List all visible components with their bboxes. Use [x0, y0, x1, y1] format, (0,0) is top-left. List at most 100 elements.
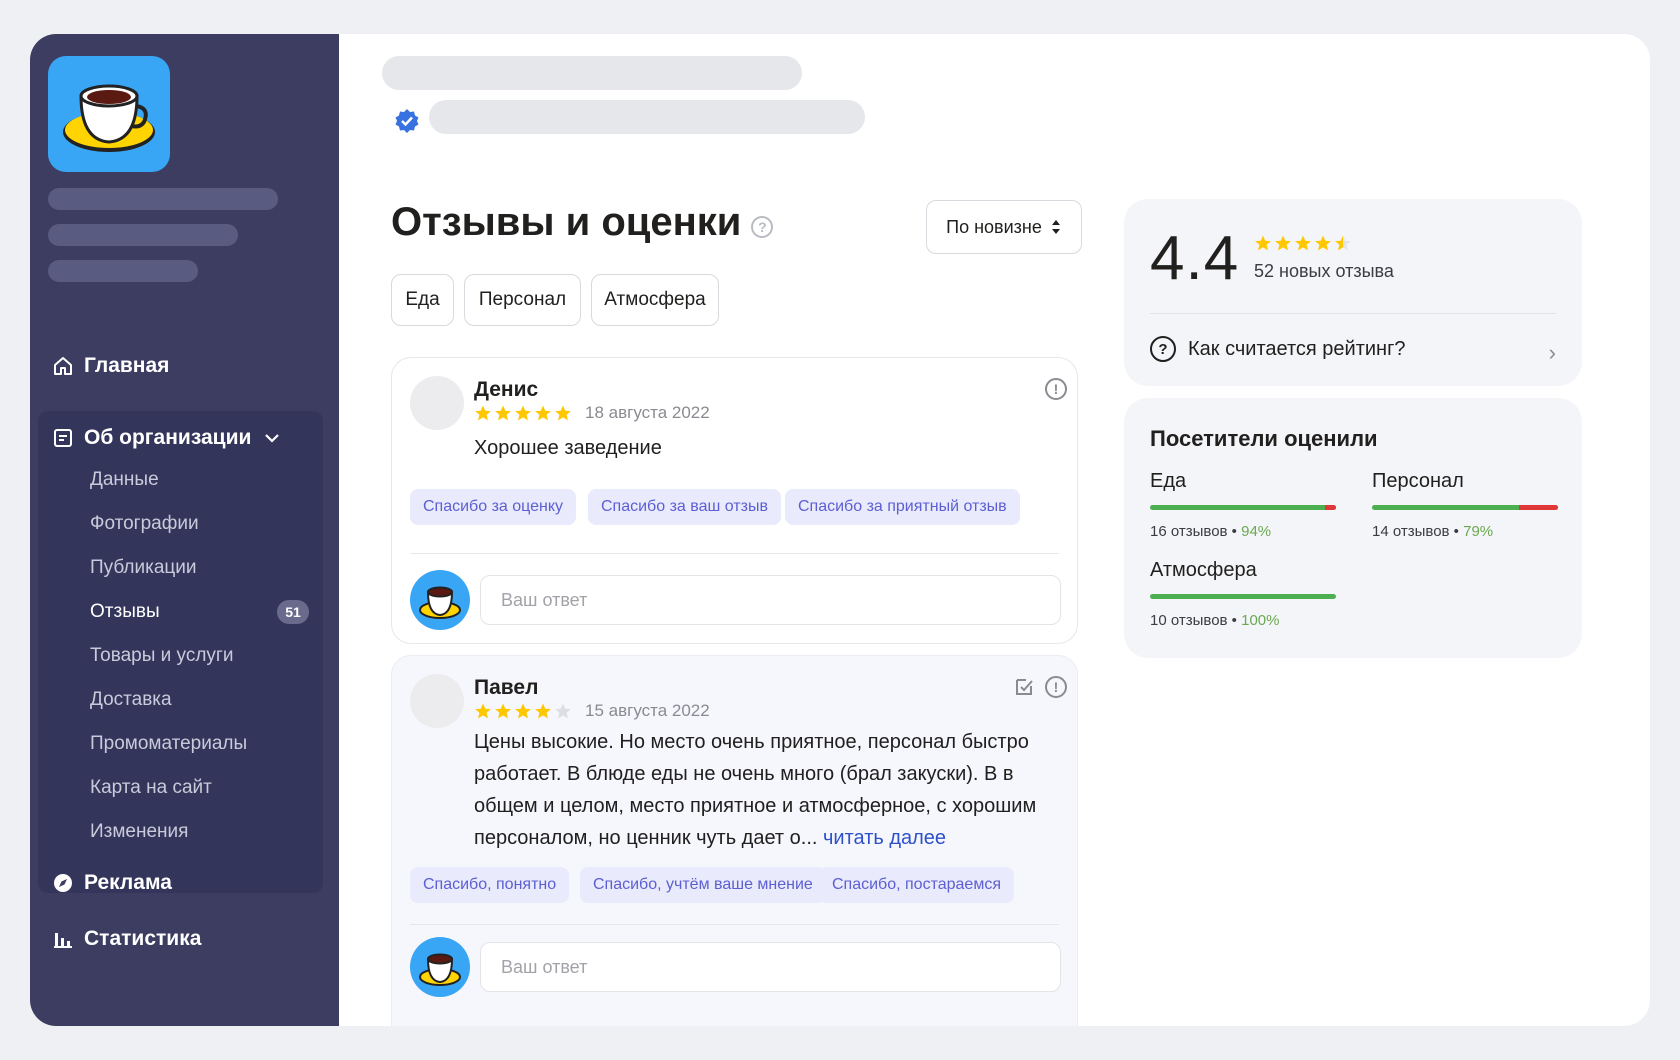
review-text: Цены высокие. Но место очень приятное, п… — [474, 731, 1037, 849]
rating-stars — [1254, 234, 1352, 257]
star-icon — [514, 702, 532, 725]
star-icon — [534, 702, 552, 725]
reviewer-avatar — [410, 376, 464, 430]
sidebar-item-label: Реклама — [84, 871, 172, 894]
sidebar-item-label: Об организации — [84, 426, 252, 449]
star-icon — [474, 404, 492, 427]
quick-reply-chip[interactable]: Спасибо, учтём ваше мнение — [580, 867, 826, 903]
skeleton-title — [382, 56, 802, 90]
chevron-right-icon[interactable]: › — [1549, 340, 1556, 366]
star-half-icon — [1334, 234, 1352, 257]
sidebar-item-promo[interactable]: Промоматериалы — [90, 733, 247, 755]
reviewer-name: Павел — [474, 676, 539, 699]
star-icon — [1254, 234, 1272, 257]
star-icon — [494, 404, 512, 427]
skeleton-line — [48, 188, 278, 210]
edit-icon[interactable] — [1013, 676, 1035, 698]
sort-arrows-icon — [1051, 220, 1060, 234]
app-window: Главная Об организации Данные Фотографии… — [30, 34, 1650, 1026]
category-name: Еда — [1150, 470, 1187, 492]
coffee-cup-icon — [410, 570, 470, 630]
skeleton-line — [48, 224, 238, 246]
quick-reply-chip[interactable]: Спасибо, постараемся — [819, 867, 1014, 903]
chevron-down-icon — [261, 427, 283, 449]
home-icon — [52, 355, 74, 377]
question-icon: ? — [1150, 336, 1176, 362]
review-stars — [474, 702, 572, 725]
sidebar-item-label: Главная — [84, 354, 170, 377]
category-bar — [1150, 594, 1336, 599]
visitors-title: Посетители оценили — [1150, 426, 1378, 451]
quick-reply-chip[interactable]: Спасибо за оценку — [410, 489, 577, 525]
help-icon[interactable]: ? — [751, 215, 774, 238]
star-icon — [1274, 234, 1292, 257]
category-food: Еда 16 отзывов • 94% — [1150, 470, 1336, 540]
sidebar-item-ads[interactable]: Реклама — [52, 871, 172, 895]
sidebar-item-about[interactable]: Об организации — [52, 426, 283, 450]
sidebar-item-products[interactable]: Товары и услуги — [90, 645, 233, 667]
quick-reply-chip[interactable]: Спасибо за ваш отзыв — [588, 489, 781, 525]
sidebar-item-photos[interactable]: Фотографии — [90, 513, 199, 535]
sidebar-item-changes[interactable]: Изменения — [90, 821, 188, 843]
star-icon — [474, 702, 492, 725]
category-name: Персонал — [1372, 470, 1464, 492]
category-bar-negative — [1324, 505, 1336, 510]
category-bar-negative — [1518, 505, 1558, 510]
category-meta: 14 отзывов • 79% — [1372, 523, 1494, 540]
sidebar-item-statistics[interactable]: Статистика — [52, 927, 201, 951]
compass-icon — [52, 872, 74, 894]
category-bar — [1150, 505, 1336, 510]
sidebar-item-home[interactable]: Главная — [52, 354, 169, 378]
filter-chip-food[interactable]: Еда — [391, 274, 454, 326]
star-empty-icon — [554, 702, 572, 725]
divider — [410, 553, 1059, 554]
rating-card: 4.4 52 новых отзыва ? Как считается рейт… — [1124, 199, 1582, 386]
star-icon — [534, 404, 552, 427]
review-date: 15 августа 2022 — [585, 701, 710, 720]
sort-dropdown[interactable]: По новизне — [926, 200, 1082, 254]
organization-logo[interactable] — [48, 56, 170, 172]
star-icon — [494, 702, 512, 725]
new-reviews-count: 52 новых отзыва — [1254, 261, 1394, 281]
star-icon — [514, 404, 532, 427]
review-card: Павел 15 августа 2022 ! Цены высокие. Но… — [391, 655, 1078, 1026]
read-more-link[interactable]: читать далее — [823, 827, 946, 849]
skeleton-subtitle — [429, 100, 865, 134]
sort-label: По новизне — [946, 216, 1042, 237]
sidebar-group-about: Об организации Данные Фотографии Публика… — [38, 411, 323, 893]
divider — [410, 924, 1059, 925]
document-icon — [52, 427, 74, 449]
category-bar — [1372, 505, 1558, 510]
reviews-count-badge: 51 — [277, 600, 309, 624]
category-meta: 10 отзывов • 100% — [1150, 612, 1280, 629]
bar-chart-icon — [52, 928, 74, 950]
reviewer-name: Денис — [474, 378, 539, 401]
main-content: Отзывы и оценки ? По новизне Еда Персона… — [339, 34, 1650, 1026]
how-rating-label: Как считается рейтинг? — [1188, 337, 1406, 360]
sidebar-item-site-map[interactable]: Карта на сайт — [90, 777, 212, 799]
coffee-cup-icon — [63, 84, 155, 152]
sidebar-item-label: Статистика — [84, 927, 202, 950]
star-icon — [554, 404, 572, 427]
rating-value: 4.4 — [1150, 224, 1240, 293]
sidebar-item-delivery[interactable]: Доставка — [90, 689, 172, 711]
quick-reply-chip[interactable]: Спасибо за приятный отзыв — [785, 489, 1020, 525]
how-rating-link[interactable]: ? Как считается рейтинг? — [1150, 336, 1406, 362]
sidebar-item-reviews[interactable]: Отзывы — [90, 601, 160, 623]
report-icon[interactable]: ! — [1045, 378, 1067, 400]
answer-input[interactable] — [480, 942, 1061, 992]
page-title: Отзывы и оценки ? — [391, 200, 774, 245]
divider — [1150, 313, 1556, 314]
filter-chip-staff[interactable]: Персонал — [464, 274, 581, 326]
category-atmosphere: Атмосфера 10 отзывов • 100% — [1150, 559, 1336, 629]
category-name: Атмосфера — [1150, 559, 1257, 581]
sidebar-item-data[interactable]: Данные — [90, 469, 159, 491]
quick-reply-chip[interactable]: Спасибо, понятно — [410, 867, 570, 903]
filter-chip-atmosphere[interactable]: Атмосфера — [591, 274, 719, 326]
report-icon[interactable]: ! — [1045, 676, 1067, 698]
answer-input[interactable] — [480, 575, 1061, 625]
category-staff: Персонал 14 отзывов • 79% — [1372, 470, 1558, 540]
sidebar-item-publications[interactable]: Публикации — [90, 557, 197, 579]
review-date: 18 августа 2022 — [585, 403, 710, 422]
review-stars — [474, 404, 572, 427]
